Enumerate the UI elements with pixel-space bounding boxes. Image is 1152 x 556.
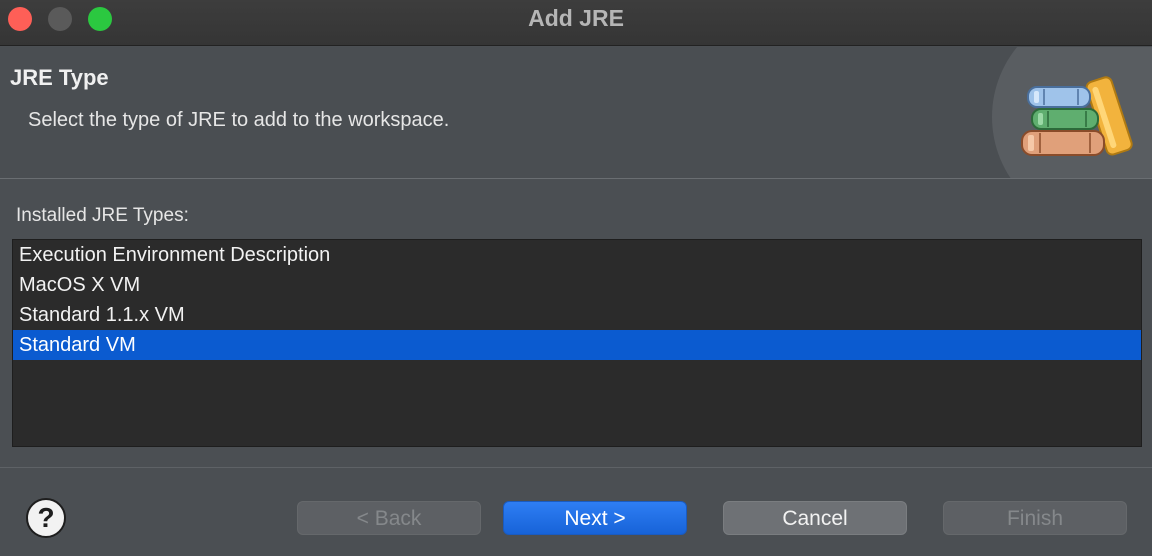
wizard-banner: JRE Type Select the type of JRE to add t…	[0, 47, 1152, 179]
window-title: Add JRE	[528, 5, 624, 31]
list-item-selected[interactable]: Standard VM	[13, 330, 1141, 360]
list-item[interactable]: Execution Environment Description	[13, 240, 1141, 270]
page-title: JRE Type	[10, 65, 109, 90]
cancel-button[interactable]: Cancel	[723, 501, 907, 535]
back-button[interactable]: < Back	[297, 501, 481, 535]
list-item[interactable]: MacOS X VM	[13, 270, 1141, 300]
installed-jre-types-label: Installed JRE Types:	[16, 205, 189, 226]
finish-button[interactable]: Finish	[943, 501, 1127, 535]
jre-types-list[interactable]: Execution Environment Description MacOS …	[12, 239, 1142, 447]
list-item[interactable]: Standard 1.1.x VM	[13, 300, 1141, 330]
next-button[interactable]: Next >	[503, 501, 687, 535]
page-description: Select the type of JRE to add to the wor…	[28, 109, 450, 131]
books-icon	[1021, 76, 1133, 156]
title-bar: Add JRE	[0, 0, 1152, 46]
button-bar: ? < Back Next > Cancel Finish	[0, 469, 1152, 556]
help-button[interactable]: ?	[26, 498, 66, 538]
wizard-content: Installed JRE Types: Execution Environme…	[0, 180, 1152, 468]
